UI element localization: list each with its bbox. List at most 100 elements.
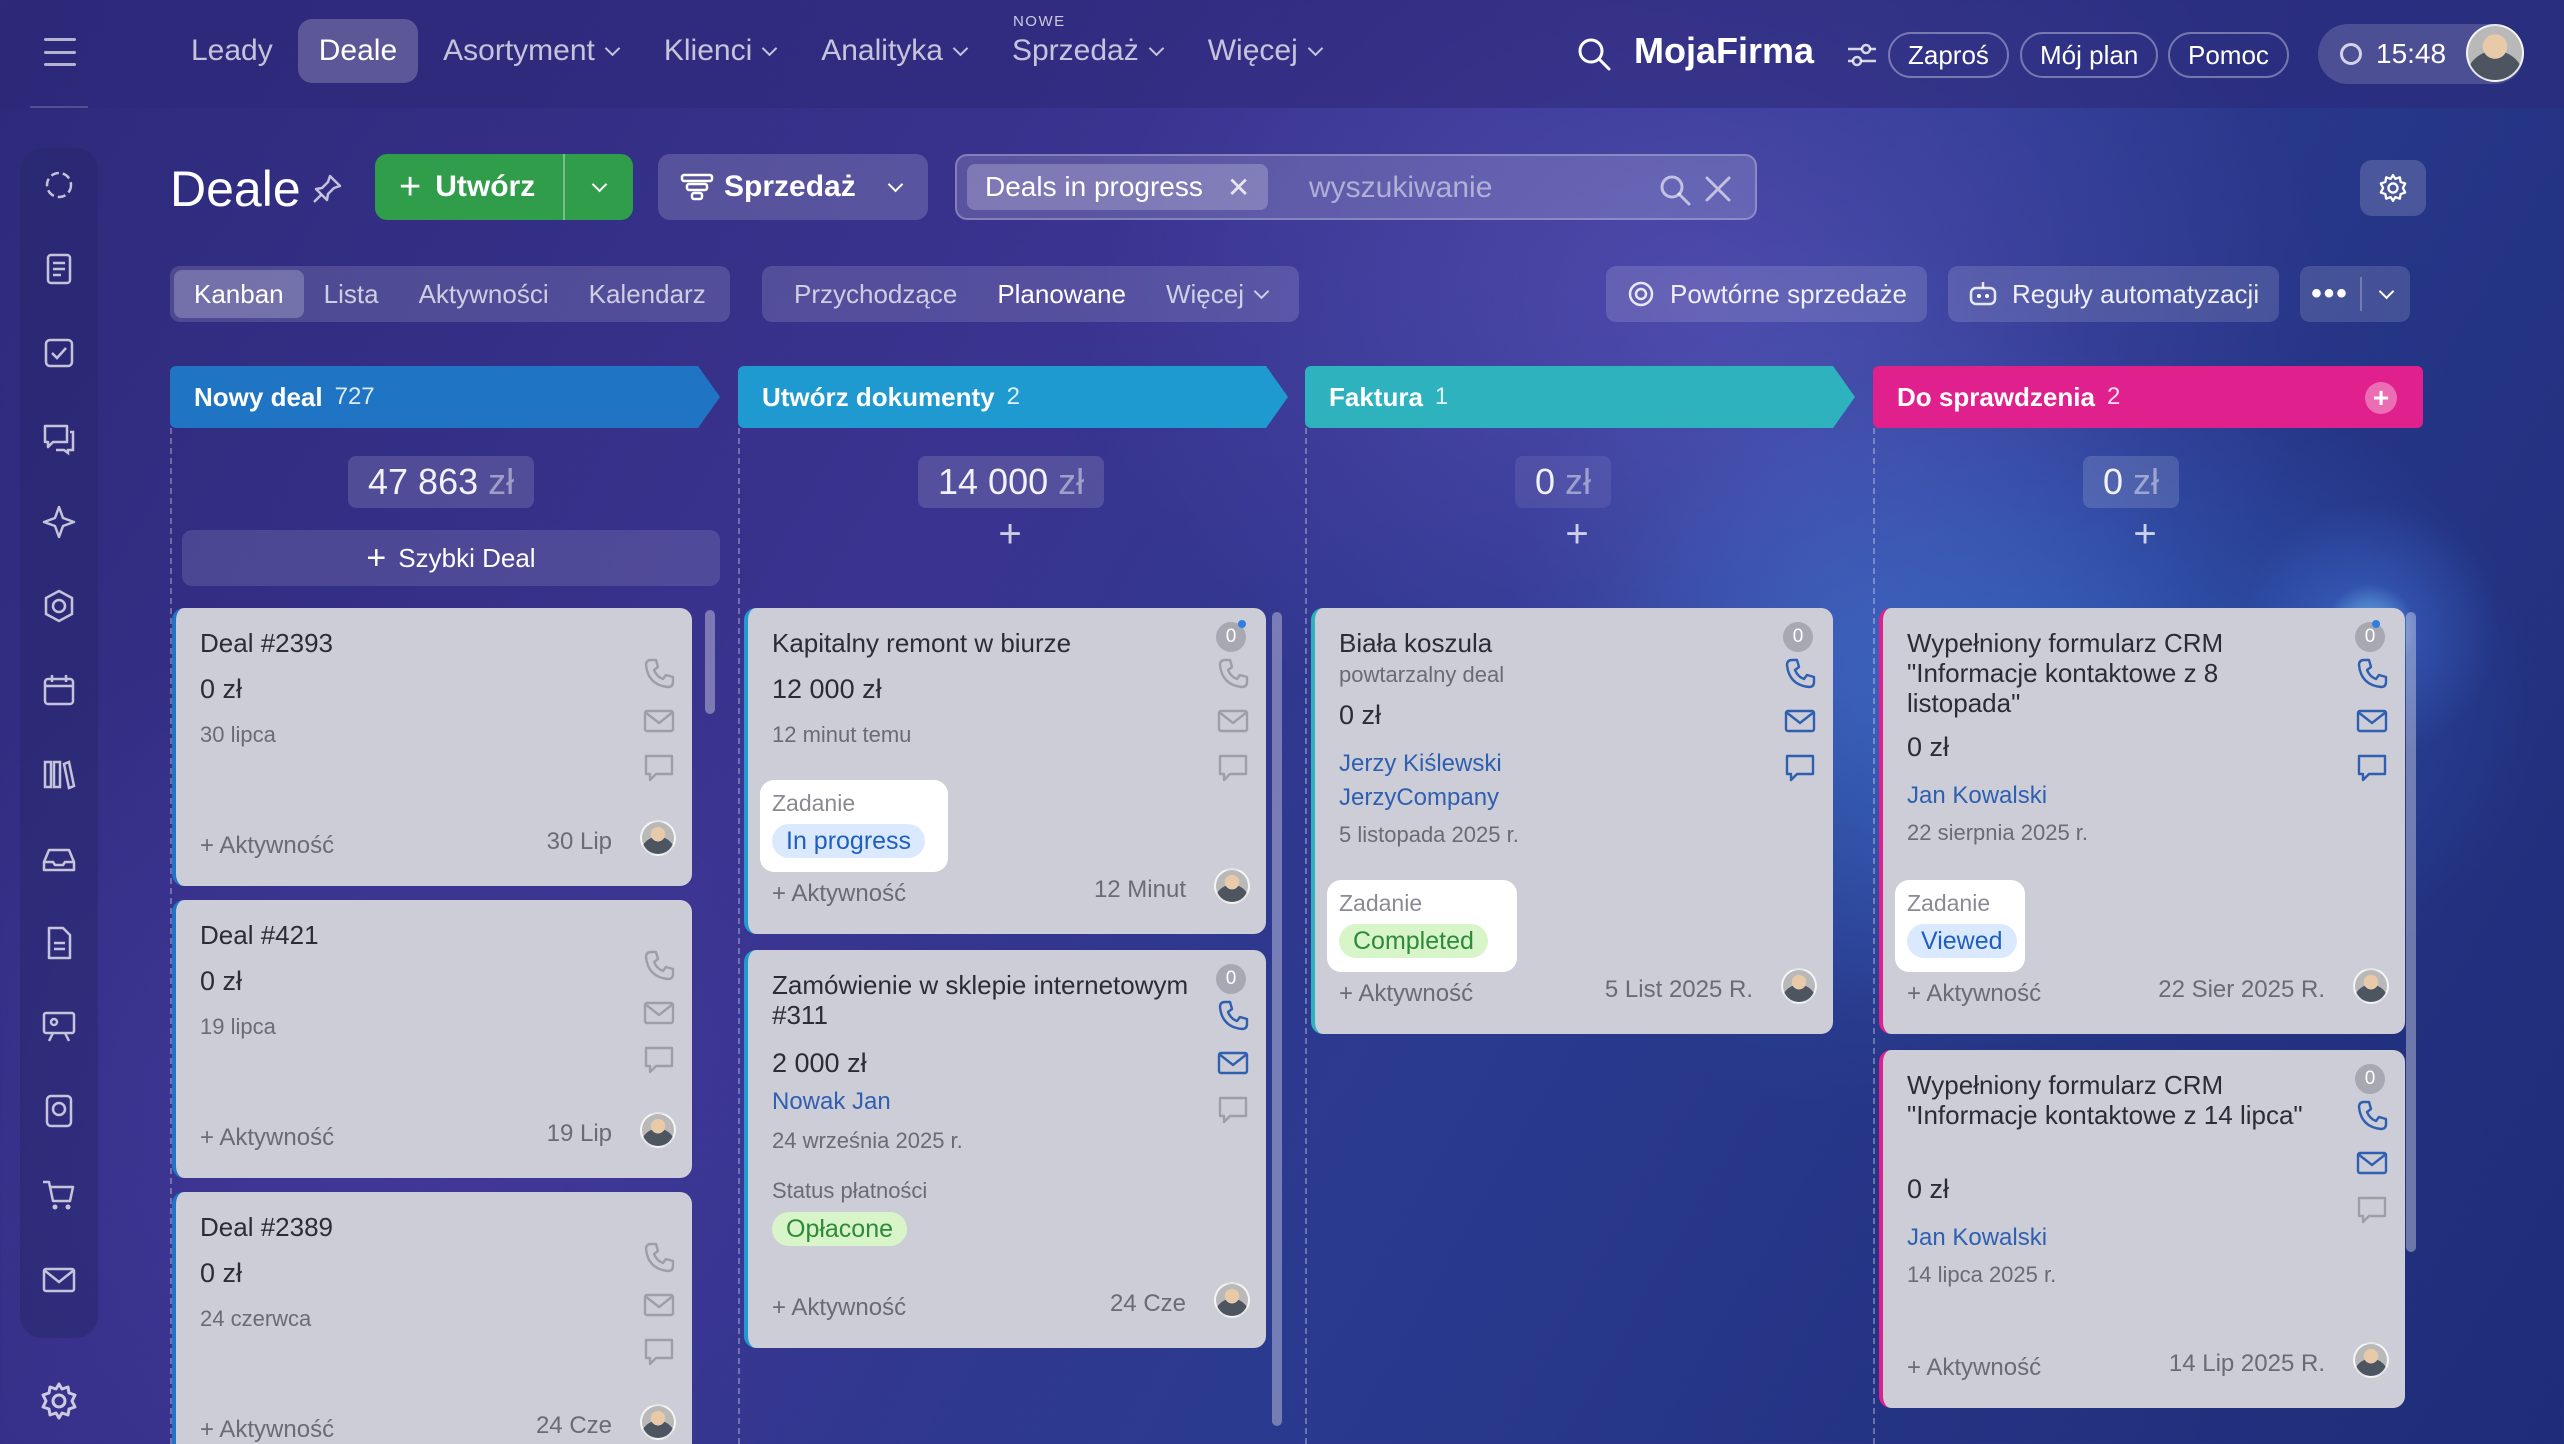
mail-icon[interactable] bbox=[2355, 704, 2389, 738]
contact-link[interactable]: Jan Kowalski bbox=[1907, 782, 2047, 810]
deal-title[interactable]: Wypełniony formularz CRM "Informacje kon… bbox=[1907, 628, 2327, 718]
stage-faktura[interactable]: Faktura 1 bbox=[1305, 366, 1855, 428]
create-button[interactable]: + Utwórz bbox=[375, 154, 633, 220]
nav-item-asortyment[interactable]: Asortyment bbox=[422, 19, 639, 83]
avatar[interactable] bbox=[640, 1112, 676, 1148]
scrollbar[interactable] bbox=[705, 610, 715, 714]
deal-title[interactable]: Biała koszula bbox=[1339, 628, 1759, 658]
nav-item-analityka[interactable]: Analityka bbox=[800, 19, 987, 83]
task-status-box[interactable]: Zadanie Completed bbox=[1327, 880, 1517, 972]
nav-item-klienci[interactable]: Klienci bbox=[643, 19, 796, 83]
deal-card[interactable]: Wypełniony formularz CRM "Informacje kon… bbox=[1879, 608, 2405, 1034]
file-icon[interactable] bbox=[40, 924, 78, 962]
filter-planowane[interactable]: Planowane bbox=[977, 270, 1146, 318]
add-activity-link[interactable]: + Aktywność bbox=[200, 1416, 334, 1444]
filter-wiecej[interactable]: Więcej bbox=[1146, 270, 1287, 318]
nav-item-leady[interactable]: Leady bbox=[170, 19, 294, 83]
deal-title[interactable]: Kapitalny remont w biurze bbox=[772, 628, 1192, 658]
search-icon[interactable] bbox=[1657, 172, 1693, 208]
cart-icon[interactable] bbox=[40, 1176, 78, 1214]
deal-card[interactable]: Zamówienie w sklepie internetowym #311 0 2… bbox=[744, 950, 1266, 1348]
more-actions[interactable]: ••• bbox=[2300, 266, 2410, 322]
help-button[interactable]: Pomoc bbox=[2168, 32, 2289, 78]
tasks-icon[interactable] bbox=[40, 334, 78, 372]
deal-card[interactable]: Deal #2389 0 zł 24 czerwca + Aktywność 24 Cz… bbox=[172, 1192, 692, 1444]
mail-icon[interactable] bbox=[1216, 1046, 1250, 1080]
funnel-select[interactable]: Sprzedaż bbox=[658, 154, 928, 220]
gear-icon[interactable] bbox=[38, 1380, 80, 1422]
repeat-sales-button[interactable]: Powtórne sprzedaże bbox=[1606, 266, 1928, 322]
add-activity-link[interactable]: + Aktywność bbox=[772, 1294, 906, 1322]
calendar-icon[interactable] bbox=[40, 671, 78, 709]
phone-icon[interactable] bbox=[642, 656, 676, 690]
mail-icon[interactable] bbox=[642, 704, 676, 738]
presentation-icon[interactable] bbox=[40, 1008, 78, 1046]
nav-item-sprzedaz[interactable]: NOWE Sprzedaż bbox=[991, 13, 1183, 83]
passport-icon[interactable] bbox=[40, 1092, 78, 1130]
chat-icon[interactable] bbox=[40, 419, 78, 457]
scrollbar[interactable] bbox=[2406, 612, 2416, 1252]
avatar[interactable] bbox=[1781, 968, 1817, 1004]
filter-przychodzace[interactable]: Przychodzące bbox=[774, 270, 977, 318]
contact-link[interactable]: Jan Kowalski bbox=[1907, 1224, 2047, 1252]
invite-button[interactable]: Zaproś bbox=[1888, 32, 2009, 78]
deal-card[interactable]: Kapitalny remont w biurze 0 12 000 zł 12 mi… bbox=[744, 608, 1266, 934]
mail-icon[interactable] bbox=[2355, 1146, 2389, 1180]
library-icon[interactable] bbox=[40, 755, 78, 793]
crm-icon[interactable] bbox=[40, 166, 78, 204]
nav-item-wiecej[interactable]: Więcej bbox=[1187, 19, 1342, 83]
avatar[interactable] bbox=[2353, 1342, 2389, 1378]
my-plan-button[interactable]: Mój plan bbox=[2020, 32, 2159, 78]
phone-icon[interactable] bbox=[1216, 998, 1250, 1032]
clear-icon[interactable] bbox=[1701, 172, 1735, 206]
mail-icon[interactable] bbox=[1216, 704, 1250, 738]
mail-icon[interactable] bbox=[40, 1261, 78, 1299]
add-deal-icon[interactable]: + bbox=[990, 514, 1030, 554]
search-bar[interactable]: Deals in progress ✕ bbox=[955, 154, 1757, 220]
contact-link[interactable]: Nowak Jan bbox=[772, 1088, 891, 1116]
chat-icon[interactable] bbox=[2355, 1192, 2389, 1226]
mail-icon[interactable] bbox=[642, 1288, 676, 1322]
chat-icon[interactable] bbox=[642, 750, 676, 784]
add-activity-link[interactable]: + Aktywność bbox=[1907, 980, 2041, 1008]
more-icon[interactable]: ••• bbox=[2300, 277, 2362, 311]
add-deal-icon[interactable]: + bbox=[1557, 514, 1597, 554]
tab-kanban[interactable]: Kanban bbox=[174, 270, 304, 318]
deal-title[interactable]: Deal #2393 bbox=[200, 628, 620, 658]
more-dropdown[interactable] bbox=[2362, 283, 2410, 299]
avatar[interactable] bbox=[640, 1404, 676, 1440]
ai-star-icon[interactable] bbox=[40, 503, 78, 541]
sliders-icon[interactable] bbox=[1846, 40, 1878, 70]
stage-utworz-dokumenty[interactable]: Utwórz dokumenty 2 bbox=[738, 366, 1288, 428]
tab-lista[interactable]: Lista bbox=[304, 270, 399, 318]
deal-card[interactable]: Wypełniony formularz CRM "Informacje kon… bbox=[1879, 1050, 2405, 1408]
chat-icon[interactable] bbox=[642, 1334, 676, 1368]
phone-icon[interactable] bbox=[1216, 656, 1250, 690]
phone-icon[interactable] bbox=[2355, 656, 2389, 690]
chat-icon[interactable] bbox=[1783, 750, 1817, 784]
add-activity-link[interactable]: + Aktywność bbox=[1339, 980, 1473, 1008]
chat-icon[interactable] bbox=[1216, 1092, 1250, 1126]
documents-icon[interactable] bbox=[40, 250, 78, 288]
deal-title[interactable]: Deal #2389 bbox=[200, 1212, 620, 1242]
avatar[interactable] bbox=[2466, 24, 2524, 82]
deal-title[interactable]: Deal #421 bbox=[200, 920, 620, 950]
stage-do-sprawdzenia[interactable]: Do sprawdzenia 2 + bbox=[1873, 366, 2423, 428]
avatar[interactable] bbox=[640, 820, 676, 856]
hexagon-icon[interactable] bbox=[40, 587, 78, 625]
chat-icon[interactable] bbox=[1216, 750, 1250, 784]
stage-nowy-deal[interactable]: Nowy deal 727 bbox=[170, 366, 720, 428]
deal-title[interactable]: Zamówienie w sklepie internetowym #311 bbox=[772, 970, 1192, 1030]
close-icon[interactable]: ✕ bbox=[1227, 171, 1250, 204]
settings-button[interactable] bbox=[2360, 160, 2426, 216]
mail-icon[interactable] bbox=[1783, 704, 1817, 738]
add-stage-icon[interactable]: + bbox=[2365, 382, 2397, 414]
chat-icon[interactable] bbox=[2355, 750, 2389, 784]
automation-rules-button[interactable]: Reguły automatyzacji bbox=[1948, 266, 2280, 322]
add-activity-link[interactable]: + Aktywność bbox=[1907, 1354, 2041, 1382]
task-status-box[interactable]: Zadanie Viewed bbox=[1895, 880, 2025, 972]
filter-chip[interactable]: Deals in progress ✕ bbox=[967, 164, 1269, 210]
phone-icon[interactable] bbox=[1783, 656, 1817, 690]
deal-card[interactable]: Deal #2393 0 zł 30 lipca + Aktywność 30 Lip bbox=[172, 608, 692, 886]
deal-title[interactable]: Wypełniony formularz CRM "Informacje kon… bbox=[1907, 1070, 2327, 1130]
